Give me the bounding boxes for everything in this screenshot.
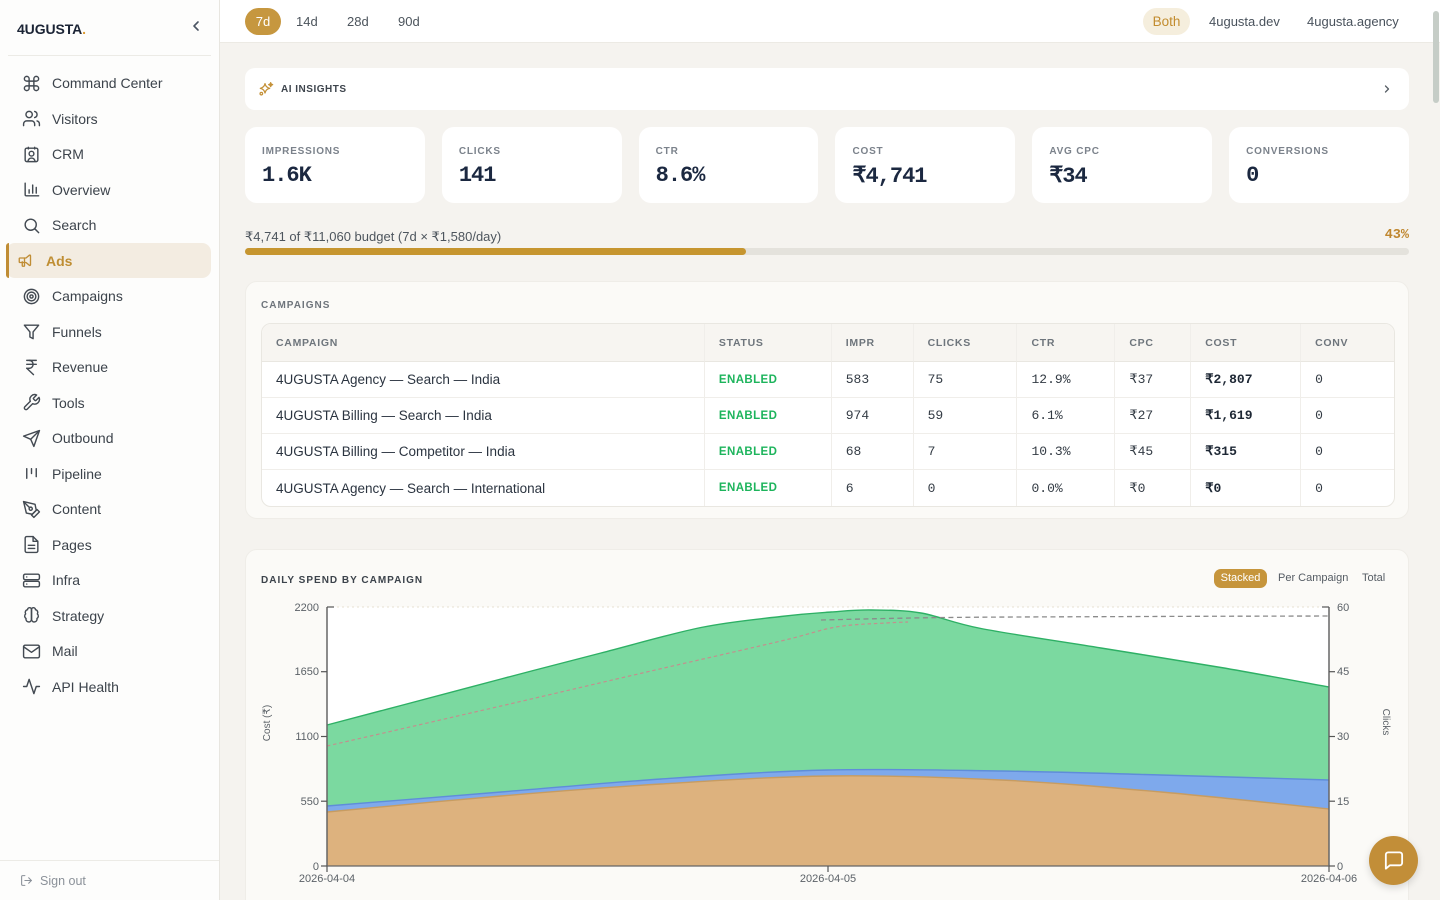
svg-text:0: 0 [313, 861, 319, 873]
svg-text:45: 45 [1337, 666, 1349, 678]
svg-text:550: 550 [301, 796, 319, 808]
svg-text:15: 15 [1337, 796, 1349, 808]
svg-text:2026-04-06: 2026-04-06 [1301, 873, 1357, 885]
svg-text:2026-04-04: 2026-04-04 [299, 873, 355, 885]
svg-text:1100: 1100 [295, 731, 319, 743]
svg-text:30: 30 [1337, 731, 1349, 743]
svg-text:60: 60 [1337, 602, 1349, 614]
svg-text:Clicks: Clicks [1380, 709, 1391, 736]
svg-text:2200: 2200 [295, 602, 319, 614]
svg-text:1650: 1650 [295, 666, 319, 678]
svg-text:0: 0 [1337, 861, 1343, 873]
svg-text:2026-04-05: 2026-04-05 [800, 873, 856, 885]
svg-text:Cost (₹): Cost (₹) [262, 705, 273, 741]
